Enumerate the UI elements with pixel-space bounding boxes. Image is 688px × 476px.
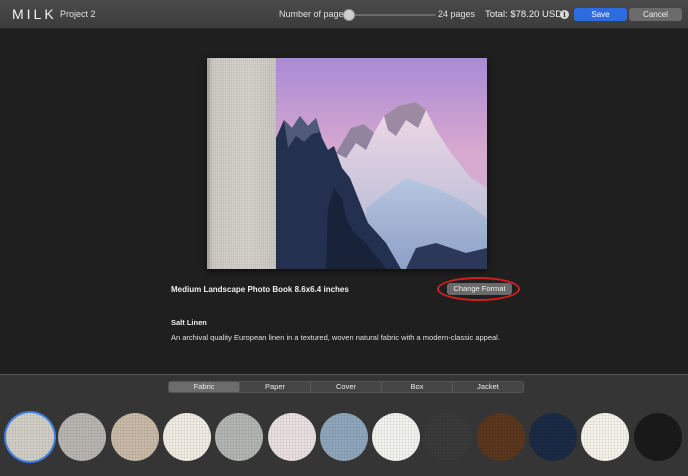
fabric-swatch[interactable] [476,413,525,461]
pages-slider[interactable] [343,9,436,21]
tab-paper[interactable]: Paper [240,382,311,392]
fabric-swatch[interactable] [372,413,421,461]
tab-box[interactable]: Box [382,382,453,392]
fabric-swatch[interactable] [110,413,159,461]
fabric-swatch[interactable] [215,413,264,461]
fabric-swatch[interactable] [424,413,473,461]
material-tabs: Fabric Paper Cover Box Jacket [168,381,524,393]
info-icon[interactable]: i [560,10,569,19]
material-description: An archival quality European linen in a … [171,333,500,342]
app-logo: MILK [12,6,57,22]
material-name: Salt Linen [171,318,207,327]
pages-label: Number of pages [279,9,349,19]
fabric-swatch[interactable] [267,413,316,461]
book-preview [207,58,487,269]
tab-jacket[interactable]: Jacket [453,382,523,392]
total-price: Total: $78.20 USD [485,9,563,20]
pages-slider-thumb[interactable] [343,9,355,21]
fabric-swatch[interactable] [162,413,211,461]
project-name[interactable]: Project 2 [60,9,96,19]
tab-fabric[interactable]: Fabric [169,382,240,392]
fabric-swatch[interactable] [319,413,368,461]
cover-photo-image [276,58,487,269]
fabric-swatch[interactable] [581,413,630,461]
pages-count: 24 pages [438,9,476,19]
fabric-swatch[interactable] [529,413,577,461]
book-format-title: Medium Landscape Photo Book 8.6x6.4 inch… [171,285,349,294]
cancel-button[interactable]: Cancel [629,8,682,21]
fabric-swatches [0,413,688,465]
save-button[interactable]: Save [574,8,627,21]
tab-cover[interactable]: Cover [311,382,382,392]
book-spine-fabric [207,58,276,269]
top-toolbar: MILK Project 2 Number of pages 24 pages … [0,0,688,29]
fabric-swatch[interactable] [633,413,682,461]
cover-photo[interactable] [276,58,487,269]
fabric-swatch[interactable] [58,413,107,461]
material-panel: Fabric Paper Cover Box Jacket [0,374,688,476]
fabric-swatch[interactable] [6,413,54,461]
change-format-button[interactable]: Change Format [447,283,512,295]
